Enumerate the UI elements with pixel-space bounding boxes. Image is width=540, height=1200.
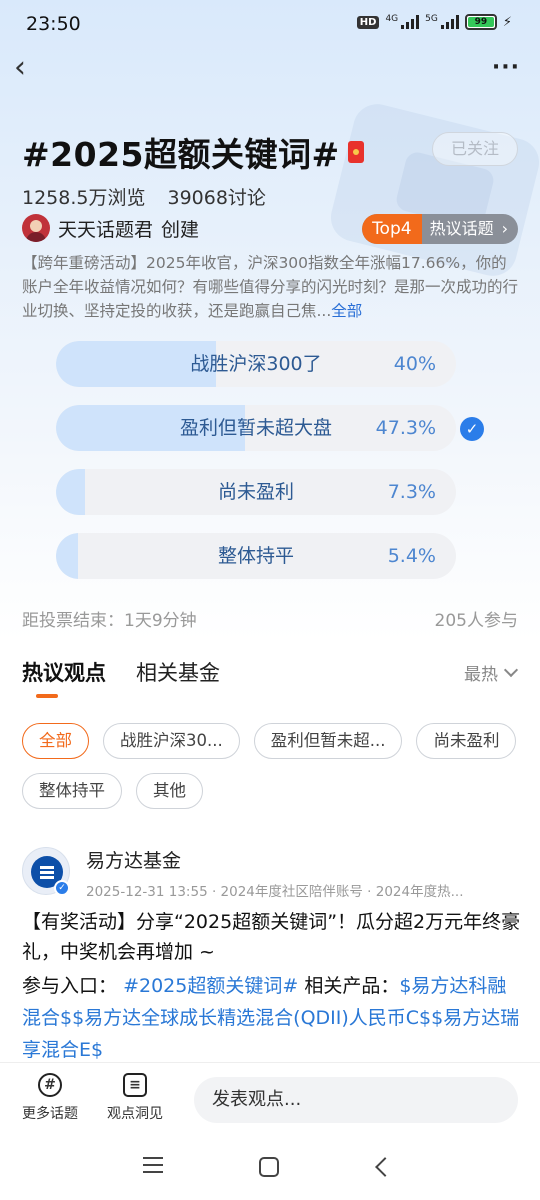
- sort-dropdown[interactable]: 最热: [464, 660, 519, 685]
- topic-title: #2025超额关键词#: [22, 135, 340, 174]
- description-text: 【跨年重磅活动】2025年收官，沪深300指数全年涨幅17.66%，你的账户全年…: [22, 254, 519, 320]
- sort-label: 最热: [464, 665, 498, 685]
- post-author-name[interactable]: 易方达基金: [86, 846, 181, 873]
- hd-icon: HD: [356, 15, 380, 29]
- status-bar: 23:50 HD 4G 5G 99 ⚡: [0, 0, 540, 48]
- filter-chip[interactable]: 尚未盈利: [416, 723, 517, 759]
- rank-label: Top4: [362, 214, 422, 244]
- post-meta: 2025-12-31 13:55 · 2024年度社区陪伴账号 · 2024年度…: [86, 884, 464, 900]
- post-headline[interactable]: 【有奖活动】分享“2025超额关键词”！瓜分超2万元年终豪礼，中奖机会再增加 ~: [22, 907, 522, 967]
- battery-icon: 99: [464, 14, 497, 30]
- selected-check-icon: ✓: [460, 417, 484, 441]
- poll-option[interactable]: 尚未盈利 7.3%: [56, 469, 456, 515]
- filter-chip-all[interactable]: 全部: [22, 723, 89, 759]
- chevron-down-icon: [503, 662, 519, 677]
- more-topics-label: 更多话题: [22, 1106, 78, 1122]
- poll-option[interactable]: 战胜沪深300了 40%: [56, 341, 456, 387]
- network-4g-label: 4G: [385, 14, 399, 24]
- insights-label: 观点洞见: [107, 1106, 163, 1122]
- poll: 战胜沪深300了 40% 盈利但暂未超大盘 47.3% 尚未盈利 7.3% 整体…: [56, 341, 486, 597]
- topic-title-row: #2025超额关键词#: [22, 128, 364, 176]
- expand-description-link[interactable]: 全部: [331, 302, 362, 320]
- back-icon[interactable]: ‹: [14, 53, 44, 84]
- filter-chip[interactable]: 战胜沪深30...: [103, 723, 240, 759]
- post-content[interactable]: 参与入口： #2025超额关键词# 相关产品：$易方达科融混合$$易方达全球成长…: [22, 970, 522, 1066]
- document-icon: ≡: [123, 1073, 147, 1097]
- rank-category: 热议话题: [429, 219, 494, 238]
- topic-stats: 1258.5万浏览 39068讨论: [22, 183, 266, 210]
- creator-name[interactable]: 天天话题君: [58, 215, 153, 242]
- signal-icon: [440, 15, 459, 29]
- topic-description: 【跨年重磅活动】2025年收官，沪深300指数全年涨幅17.66%，你的账户全年…: [22, 251, 522, 323]
- status-time: 23:50: [26, 13, 81, 35]
- poll-option-percent: 47.3%: [375, 417, 436, 439]
- more-options-icon[interactable]: ···: [492, 57, 520, 79]
- follow-button[interactable]: 已关注: [432, 132, 518, 166]
- poll-option[interactable]: 整体持平 5.4%: [56, 533, 456, 579]
- tab-hot-opinions[interactable]: 热议观点: [22, 657, 106, 687]
- hot-topic-rank-badge[interactable]: Top4 热议话题 ›: [362, 214, 518, 244]
- compose-opinion-input[interactable]: 发表观点...: [194, 1077, 518, 1123]
- poll-footer: 距投票结束：1天9分钟 205人参与: [22, 606, 518, 631]
- status-icons: HD 4G 5G 99 ⚡: [356, 14, 512, 30]
- poll-deadline: 距投票结束：1天9分钟: [22, 611, 197, 631]
- active-tab-indicator: [36, 694, 58, 698]
- red-packet-icon[interactable]: [347, 141, 364, 163]
- battery-level: 99: [467, 17, 494, 27]
- filter-chip[interactable]: 盈利但暂未超...: [253, 723, 403, 759]
- filter-chips: 全部 战胜沪深30... 盈利但暂未超... 尚未盈利 整体持平 其他: [22, 723, 522, 809]
- home-icon[interactable]: [259, 1157, 279, 1177]
- creator-row[interactable]: 天天话题君 创建: [22, 214, 199, 242]
- verified-icon: ✓: [54, 880, 70, 896]
- tab-related-funds[interactable]: 相关基金: [136, 657, 220, 687]
- system-navigation-bar: [0, 1136, 540, 1200]
- poll-participants: 205人参与: [434, 611, 518, 631]
- hashtag-icon: #: [38, 1073, 62, 1097]
- signal-icon: [401, 15, 420, 29]
- poll-option-percent: 5.4%: [387, 545, 436, 567]
- network-5g-label: 5G: [425, 14, 438, 24]
- creator-avatar[interactable]: [22, 214, 50, 242]
- creator-suffix: 创建: [161, 218, 200, 241]
- views-count: 1258.5万浏览: [22, 187, 146, 209]
- products-label: 相关产品：: [304, 975, 400, 997]
- back-nav-icon[interactable]: [375, 1157, 395, 1177]
- poll-option-percent: 7.3%: [387, 481, 436, 503]
- topic-link[interactable]: #2025超额关键词#: [123, 975, 298, 997]
- entry-label: 参与入口：: [22, 975, 118, 997]
- menu-icon[interactable]: [143, 1157, 163, 1178]
- filter-chip[interactable]: 其他: [136, 773, 203, 809]
- poll-option-percent: 40%: [393, 353, 436, 375]
- poll-option[interactable]: 盈利但暂未超大盘 47.3%: [56, 405, 456, 451]
- more-topics-button[interactable]: # 更多话题: [22, 1073, 78, 1123]
- content-tabs: 热议观点 相关基金: [22, 657, 220, 687]
- insights-button[interactable]: ≡ 观点洞见: [107, 1073, 163, 1123]
- bottom-action-bar: # 更多话题 ≡ 观点洞见 发表观点...: [0, 1062, 540, 1136]
- filter-chip[interactable]: 整体持平: [22, 773, 122, 809]
- discussion-count: 39068讨论: [167, 187, 266, 209]
- charging-icon: ⚡: [502, 14, 512, 30]
